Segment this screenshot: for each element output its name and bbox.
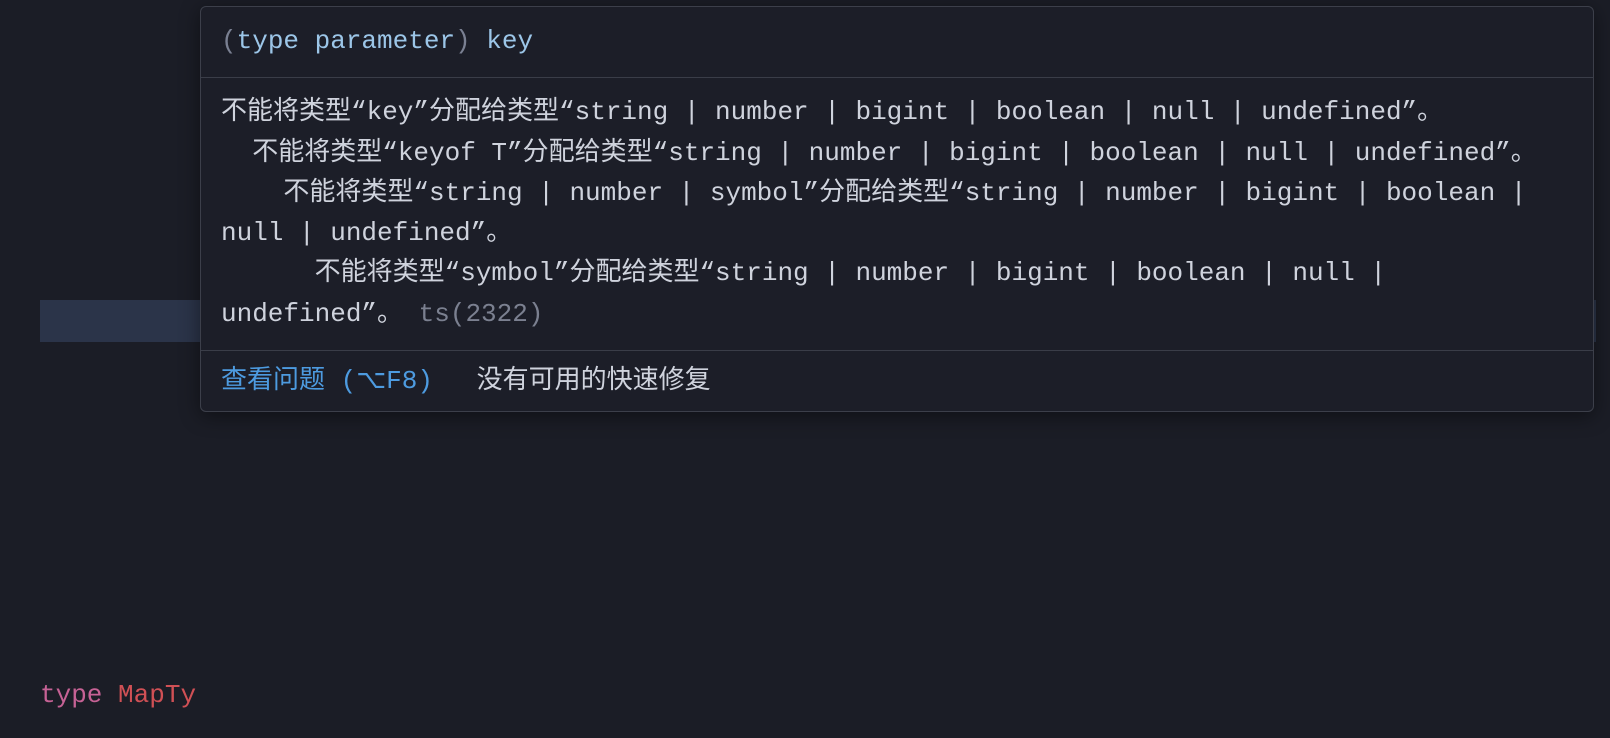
code-line[interactable] (40, 466, 1150, 508)
hover-error-message: 不能将类型“key”分配给类型“string | number | bigint… (201, 78, 1593, 351)
type-name: MapTy (118, 680, 196, 710)
msg-line-1: 不能将类型“key”分配给类型“string | number | bigint… (221, 97, 1443, 127)
msg-line-2: 不能将类型“keyof T”分配给类型“string | number | bi… (252, 138, 1537, 168)
sig-paren-close: ) (455, 26, 486, 56)
msg-line-4: 不能将类型“symbol”分配给类型“string | number | big… (221, 258, 1402, 328)
indent (221, 138, 252, 168)
msg-line-3: 不能将类型“string | number | symbol”分配给类型“str… (221, 178, 1542, 248)
code-line[interactable]: type MapTy (40, 675, 1150, 717)
keyword-type: type (40, 680, 102, 710)
hover-signature: (type parameter) key (201, 7, 1593, 78)
indent (221, 178, 283, 208)
sig-name: key (486, 26, 533, 56)
sig-kind: type parameter (237, 26, 455, 56)
view-problem-link[interactable]: 查看问题 (⌥F8) (221, 366, 433, 396)
hover-tooltip[interactable]: (type parameter) key 不能将类型“key”分配给类型“str… (200, 6, 1594, 412)
indent (221, 258, 315, 288)
sig-paren-open: ( (221, 26, 237, 56)
no-quickfix-label: 没有可用的快速修复 (477, 366, 711, 396)
ts-error-code: ts(2322) (419, 299, 544, 329)
hover-footer: 查看问题 (⌥F8) 没有可用的快速修复 (201, 351, 1593, 411)
